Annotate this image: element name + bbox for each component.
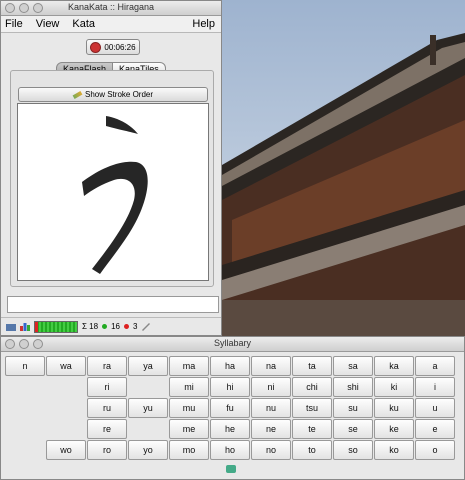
pagoda-photo	[222, 33, 465, 340]
syllabary-cell[interactable]: ho	[210, 440, 250, 460]
window-title: KanaKata :: Hiragana	[67, 2, 155, 12]
syllabary-title: Syllabary	[213, 338, 251, 348]
syllabary-cell[interactable]: ki	[374, 377, 414, 397]
syllabary-cell[interactable]: ka	[374, 356, 414, 376]
syllabary-cell[interactable]: ma	[169, 356, 209, 376]
title-bar: KanaKata :: Hiragana	[1, 1, 221, 16]
syllabary-cell[interactable]: u	[415, 398, 455, 418]
syllabary-cell[interactable]: ya	[128, 356, 168, 376]
syllabary-cell[interactable]: tsu	[292, 398, 332, 418]
syllabary-cell[interactable]: i	[415, 377, 455, 397]
syllabary-window: Syllabary n wa ra ya ma ha na ta sa ka a ri mi hi ni ch…	[0, 336, 465, 480]
syllabary-empty-cell	[46, 377, 86, 397]
menu-view[interactable]: View	[36, 18, 60, 30]
stats-chart-icon[interactable]	[20, 322, 30, 331]
stroke-button-label: Show Stroke Order	[84, 90, 154, 99]
syllabary-cell[interactable]: fu	[210, 398, 250, 418]
syllabary-empty-cell	[5, 398, 45, 418]
syllabary-cell[interactable]: su	[333, 398, 373, 418]
menu-kata[interactable]: Kata	[72, 18, 95, 30]
score-progress-bar	[34, 320, 78, 333]
syllabary-cell[interactable]: shi	[333, 377, 373, 397]
syllabary-cell[interactable]: wo	[46, 440, 86, 460]
syllabary-cell[interactable]: chi	[292, 377, 332, 397]
syllabary-cell[interactable]: nu	[251, 398, 291, 418]
correct-dot-icon	[102, 324, 108, 329]
syllabary-cell[interactable]: ra	[87, 356, 127, 376]
syllabary-title-bar: Syllabary	[1, 337, 464, 352]
syllabary-cell[interactable]: a	[415, 356, 455, 376]
syllabary-cell[interactable]: he	[210, 419, 250, 439]
answer-input[interactable]	[7, 296, 219, 313]
syllabary-cell[interactable]: na	[251, 356, 291, 376]
syllabary-cell[interactable]: me	[169, 419, 209, 439]
syllabary-cell[interactable]: so	[333, 440, 373, 460]
syllabary-cell[interactable]: ta	[292, 356, 332, 376]
syllabary-cell[interactable]: mu	[169, 398, 209, 418]
flash-panel: Show Stroke Order	[10, 70, 214, 287]
syllabary-empty-cell	[46, 419, 86, 439]
brush-icon	[72, 90, 83, 99]
syllabary-cell[interactable]: te	[292, 419, 332, 439]
syllabary-cell[interactable]: yu	[128, 398, 168, 418]
syllabary-cell[interactable]: ha	[210, 356, 250, 376]
syllabary-cell[interactable]: se	[333, 419, 373, 439]
syllabary-cell[interactable]: wa	[46, 356, 86, 376]
syllabary-empty-cell	[128, 377, 168, 397]
kanakata-window: KanaKata :: Hiragana File View Kata Help…	[0, 0, 222, 336]
kana-canvas	[17, 103, 209, 281]
menu-file[interactable]: File	[5, 18, 23, 30]
wrong-count: 3	[132, 322, 138, 331]
syllabary-cell[interactable]: hi	[210, 377, 250, 397]
syllabary-cell[interactable]: n	[5, 356, 45, 376]
syllabary-cell[interactable]: ku	[374, 398, 414, 418]
syllabary-empty-cell	[5, 377, 45, 397]
kana-glyph	[82, 116, 148, 274]
total-count: Σ 18	[82, 322, 99, 331]
syllabary-empty-cell	[5, 419, 45, 439]
syllabary-cell[interactable]: mo	[169, 440, 209, 460]
syllabary-cell[interactable]: to	[292, 440, 332, 460]
syllabary-cell[interactable]: ru	[87, 398, 127, 418]
syllabary-settings-icon[interactable]	[225, 464, 237, 474]
timer-button[interactable]: 00:06:26	[86, 39, 140, 55]
syllabary-cell[interactable]: ne	[251, 419, 291, 439]
wrong-dot-icon	[123, 324, 129, 329]
syllabary-cell[interactable]: mi	[169, 377, 209, 397]
syllabary-cell[interactable]: e	[415, 419, 455, 439]
syllabary-cell[interactable]: ke	[374, 419, 414, 439]
syllabary-grid: n wa ra ya ma ha na ta sa ka a ri mi hi ni chi shi ki i ru y…	[5, 356, 455, 460]
syllabary-cell[interactable]: sa	[333, 356, 373, 376]
syllabary-cell[interactable]: ri	[87, 377, 127, 397]
correct-count: 16	[111, 322, 120, 331]
syllabary-cell[interactable]: ko	[374, 440, 414, 460]
syllabary-empty-cell	[46, 398, 86, 418]
menu-help[interactable]: Help	[192, 18, 215, 30]
syllabary-cell[interactable]: o	[415, 440, 455, 460]
keyboard-icon[interactable]	[6, 322, 16, 331]
clock-icon	[90, 41, 102, 53]
syllabary-empty-cell	[5, 440, 45, 460]
syllabary-cell[interactable]: ro	[87, 440, 127, 460]
show-stroke-order-button[interactable]: Show Stroke Order	[18, 87, 208, 102]
timer-value: 00:06:26	[104, 42, 136, 52]
syllabary-cell[interactable]: yo	[128, 440, 168, 460]
syllabary-cell[interactable]: ni	[251, 377, 291, 397]
menu-bar: File View Kata Help	[1, 16, 221, 33]
syllabary-cell[interactable]: no	[251, 440, 291, 460]
brush-tool-icon[interactable]	[141, 322, 151, 331]
status-bar: Σ 18 16 3	[1, 317, 221, 335]
syllabary-empty-cell	[128, 419, 168, 439]
syllabary-cell[interactable]: re	[87, 419, 127, 439]
